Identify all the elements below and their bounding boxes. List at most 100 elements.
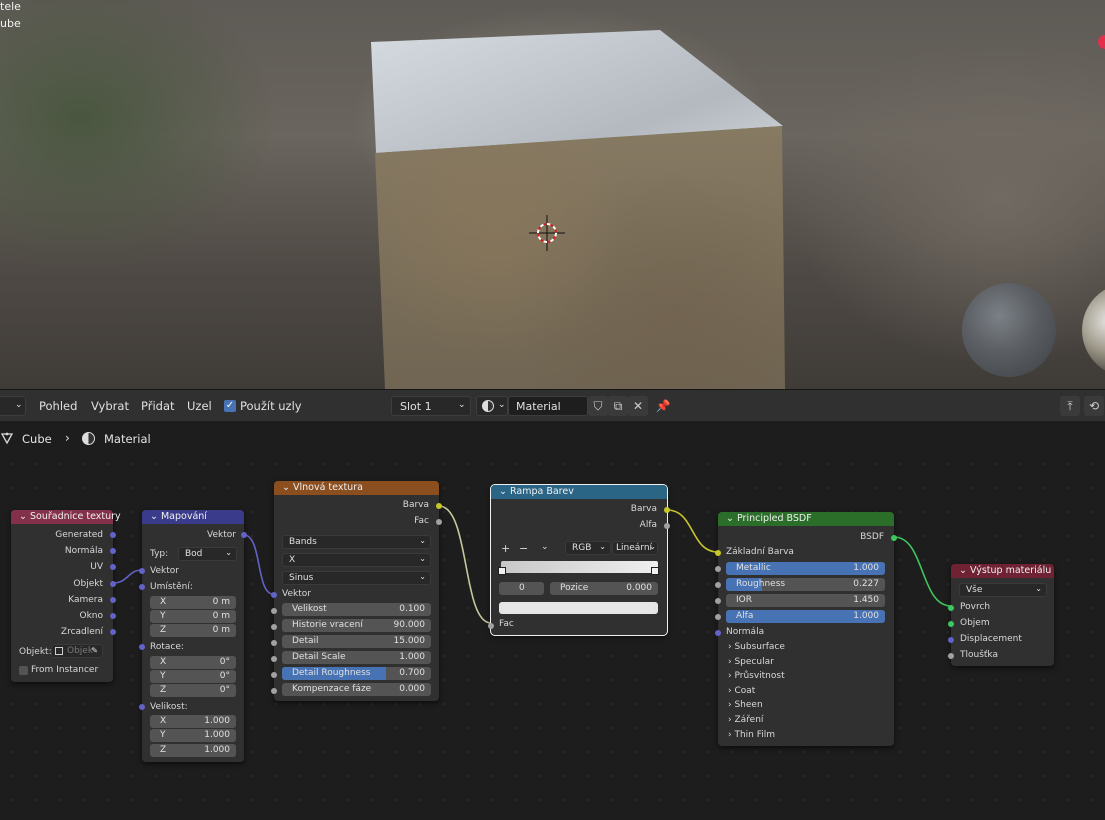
- menu-view[interactable]: Pohled: [39, 399, 77, 413]
- node-color-ramp[interactable]: ⌄ Rampa Barev Barva Alfa + − ⌄ RGB ⌄ Line…: [488, 484, 670, 636]
- node-principled-bsdf[interactable]: ⌄ Principled BSDF BSDF Základní Barva Me…: [715, 512, 897, 746]
- menu-select[interactable]: Vybrat: [91, 399, 129, 413]
- panel-thin-film[interactable]: › Thin Film: [728, 730, 775, 740]
- collapse-icon[interactable]: ⌄: [150, 511, 161, 522]
- add-stop-icon[interactable]: +: [501, 542, 510, 555]
- material-browse-button[interactable]: ⌄: [476, 396, 508, 416]
- material-name-field[interactable]: Material: [508, 396, 588, 416]
- node-header[interactable]: ⌄ Výstup materiálu: [951, 564, 1054, 578]
- socket-vector-in[interactable]: [139, 568, 145, 574]
- 3d-viewport[interactable]: tele ube: [0, 0, 1105, 389]
- wave-profile-dropdown[interactable]: Sinus ⌄: [282, 571, 431, 585]
- breadcrumb-object[interactable]: Cube: [22, 432, 52, 446]
- location-z-field[interactable]: Z 0 m: [150, 624, 236, 637]
- wave-type-dropdown[interactable]: Bands ⌄: [282, 535, 431, 549]
- node-mapping[interactable]: ⌄ Mapování Vektor Typ: Bod ⌄ Vektor Umís…: [139, 510, 247, 762]
- scale-x-field[interactable]: X 1.000: [150, 715, 236, 728]
- location-y-field[interactable]: Y 0 m: [150, 610, 236, 623]
- socket-normal[interactable]: [715, 630, 721, 636]
- node-header[interactable]: ⌄ Vlnová textura: [274, 481, 439, 495]
- panel-transmission[interactable]: › Průsvitnost: [728, 671, 785, 681]
- socket-vector-out[interactable]: [241, 532, 247, 538]
- editor-type-dropdown[interactable]: ⌄: [0, 396, 26, 416]
- socket-object[interactable]: [110, 581, 116, 587]
- node-header[interactable]: ⌄ Souřadnice textury: [11, 510, 121, 524]
- mapping-type-dropdown[interactable]: Bod ⌄: [178, 547, 237, 561]
- socket-displacement[interactable]: [948, 637, 954, 643]
- color-ramp-gradient[interactable]: [501, 561, 658, 573]
- color-mode-dropdown[interactable]: RGB ⌄: [565, 541, 611, 555]
- rotation-y-field[interactable]: Y 0°: [150, 670, 236, 683]
- ramp-stop-handle[interactable]: [498, 567, 506, 575]
- location-x-field[interactable]: X 0 m: [150, 596, 236, 609]
- object-picker-field[interactable]: Objek ✎: [51, 644, 103, 658]
- socket-detail[interactable]: [271, 640, 277, 646]
- socket-fac-out[interactable]: [436, 519, 442, 525]
- socket-scale[interactable]: [139, 704, 145, 710]
- rotation-z-field[interactable]: Z 0°: [150, 684, 236, 697]
- node-header[interactable]: ⌄ Rampa Barev: [491, 485, 667, 499]
- socket-color-out[interactable]: [664, 507, 670, 513]
- socket-roughness[interactable]: [715, 582, 721, 588]
- socket-normal[interactable]: [110, 548, 116, 554]
- field-ior[interactable]: IOR 1.450: [726, 594, 885, 607]
- panel-specular[interactable]: › Specular: [728, 657, 774, 667]
- breadcrumb-material[interactable]: Material: [104, 432, 151, 446]
- eyedropper-icon[interactable]: ✎: [91, 646, 98, 655]
- socket-phase-offset[interactable]: [271, 688, 277, 694]
- bands-direction-dropdown[interactable]: X ⌄: [282, 553, 431, 567]
- cube-front-face[interactable]: [375, 126, 785, 389]
- socket-generated[interactable]: [110, 532, 116, 538]
- node-texture-coordinate[interactable]: ⌄ Souřadnice textury Generated Normála U…: [11, 510, 121, 682]
- socket-camera[interactable]: [110, 597, 116, 603]
- socket-ior[interactable]: [715, 598, 721, 604]
- socket-rotation[interactable]: [139, 644, 145, 650]
- socket-thickness[interactable]: [948, 653, 954, 659]
- fake-user-shield-icon[interactable]: ⛉: [588, 396, 608, 416]
- socket-fac-in[interactable]: [488, 623, 494, 629]
- collapse-icon[interactable]: ⌄: [19, 511, 30, 522]
- socket-vector-in[interactable]: [271, 592, 277, 598]
- socket-distortion[interactable]: [271, 624, 277, 630]
- socket-detail-scale[interactable]: [271, 656, 277, 662]
- from-instancer-checkbox[interactable]: [19, 666, 28, 675]
- socket-surface[interactable]: [948, 605, 954, 611]
- panel-sheen[interactable]: › Sheen: [728, 700, 763, 710]
- pin-icon[interactable]: 📌: [653, 396, 673, 416]
- stop-color-swatch[interactable]: [499, 602, 658, 614]
- node-material-output[interactable]: ⌄ Výstup materiálu Vše ⌄ Povrch Objem Dis…: [948, 564, 1054, 666]
- field-detail-roughness[interactable]: Detail Roughness 0.700: [282, 667, 431, 680]
- collapse-icon[interactable]: ⌄: [726, 513, 737, 524]
- snap-icon[interactable]: ⟲: [1084, 396, 1104, 416]
- panel-subsurface[interactable]: › Subsurface: [728, 642, 785, 652]
- rotation-x-field[interactable]: X 0°: [150, 656, 236, 669]
- scale-z-field[interactable]: Z 1.000: [150, 744, 236, 757]
- use-nodes-checkbox[interactable]: ✓: [224, 400, 236, 412]
- menu-node[interactable]: Uzel: [187, 399, 212, 413]
- socket-detail-roughness[interactable]: [271, 672, 277, 678]
- socket-alpha-out[interactable]: [664, 523, 670, 529]
- socket-location[interactable]: [139, 584, 145, 590]
- field-detail-scale[interactable]: Detail Scale 1.000: [282, 651, 431, 664]
- stop-position-field[interactable]: Pozice 0.000: [550, 582, 658, 595]
- socket-metallic[interactable]: [715, 566, 721, 572]
- socket-alpha[interactable]: [715, 614, 721, 620]
- node-header[interactable]: ⌄ Principled BSDF: [718, 512, 894, 526]
- parent-node-tree-icon[interactable]: ⤒: [1060, 396, 1080, 416]
- panel-emission[interactable]: › Záření: [728, 715, 763, 725]
- socket-volume[interactable]: [948, 621, 954, 627]
- collapse-icon[interactable]: ⌄: [282, 482, 293, 493]
- panel-coat[interactable]: › Coat: [728, 686, 755, 696]
- field-detail[interactable]: Detail 15.000: [282, 635, 431, 648]
- socket-window[interactable]: [110, 613, 116, 619]
- active-stop-index-field[interactable]: 0: [499, 582, 544, 595]
- socket-color-out[interactable]: [436, 503, 442, 509]
- render-target-dropdown[interactable]: Vše ⌄: [959, 583, 1047, 597]
- gizmo-axis-dot[interactable]: [1098, 35, 1105, 49]
- node-header[interactable]: ⌄ Mapování: [142, 510, 244, 524]
- field-metallic[interactable]: Metallic 1.000: [726, 562, 885, 575]
- field-phase-offset[interactable]: Kompenzace fáze 0.000: [282, 683, 431, 696]
- field-distortion[interactable]: Historie vracení 90.000: [282, 619, 431, 632]
- field-roughness[interactable]: Roughness 0.227: [726, 578, 885, 591]
- socket-bsdf-out[interactable]: [891, 535, 897, 541]
